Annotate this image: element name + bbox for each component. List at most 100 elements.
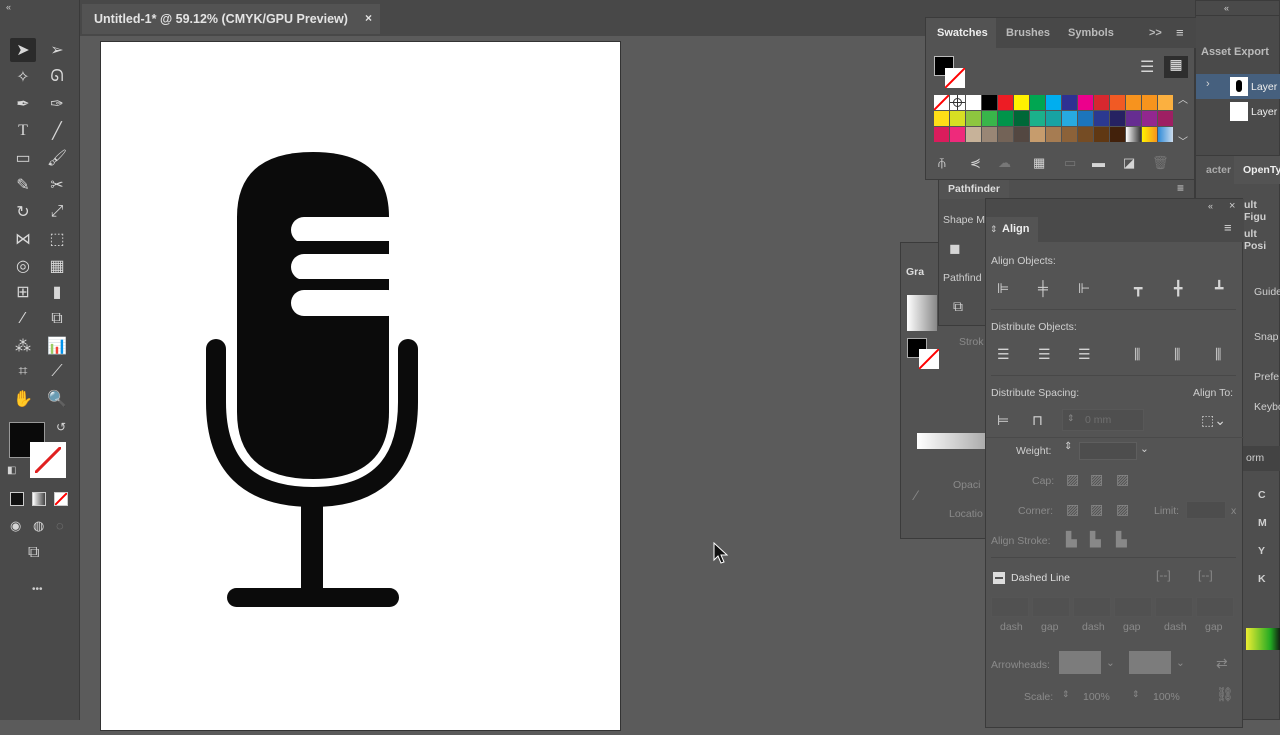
swatch[interactable] <box>1142 111 1157 126</box>
layer-name[interactable]: Layer <box>1251 106 1277 118</box>
swatch[interactable] <box>1094 127 1109 142</box>
scale-tool-icon[interactable]: ⤢ <box>44 200 70 224</box>
swatch[interactable] <box>1078 95 1093 110</box>
default-fill-stroke-icon[interactable]: ◧ <box>7 466 16 476</box>
expand-layer-icon[interactable]: › <box>1206 79 1210 90</box>
selection-tool-icon[interactable]: ➤ <box>10 38 36 62</box>
close-document-icon[interactable]: × <box>365 11 372 25</box>
color-mode-icon[interactable] <box>10 492 24 506</box>
show-swatch-kinds-icon[interactable]: ⋞ <box>970 156 981 169</box>
draw-normal-icon[interactable]: ◉ <box>10 519 21 532</box>
delete-swatch-icon[interactable]: 🗑 <box>1152 156 1169 169</box>
vertical-align-top-icon[interactable]: ┳ <box>1134 281 1142 295</box>
gap-input[interactable] <box>1196 597 1234 617</box>
mesh-tool-icon[interactable]: ⊞ <box>10 280 36 304</box>
vertical-distribute-center-icon[interactable]: ☰ <box>1038 347 1051 361</box>
start-arrowhead-select[interactable] <box>1059 651 1101 674</box>
align-stroke-center-icon[interactable]: ▙ <box>1066 532 1077 546</box>
swatch[interactable] <box>998 127 1013 142</box>
scissors-tool-icon[interactable]: ✂ <box>44 173 70 197</box>
swatch[interactable] <box>1030 111 1045 126</box>
screen-mode-icon[interactable]: ⧉ <box>28 545 39 561</box>
gradient-eyedropper-icon[interactable]: ⁄ <box>915 488 917 502</box>
swatch[interactable] <box>1046 95 1061 110</box>
swatch[interactable] <box>1126 95 1141 110</box>
swatch[interactable] <box>998 111 1013 126</box>
swatch[interactable] <box>1062 95 1077 110</box>
horizontal-distribute-space-icon[interactable]: ⊓ <box>1032 413 1043 427</box>
shaper-tool-icon[interactable]: ✎ <box>10 173 36 197</box>
collapse-panels-button[interactable]: « <box>1224 3 1229 13</box>
vertical-distribute-space-icon[interactable]: ⊨ <box>997 413 1009 427</box>
swatch[interactable] <box>1126 127 1141 142</box>
tab-swatches[interactable]: Swatches <box>937 27 988 39</box>
eyedropper-tool-icon[interactable]: ⁄ <box>10 307 36 331</box>
swatch-libraries-icon[interactable]: ⫚ <box>938 156 946 169</box>
horizontal-align-center-icon[interactable]: ╪ <box>1038 281 1048 295</box>
swatch[interactable] <box>1030 127 1045 142</box>
layer-row-2[interactable]: Layer <box>1196 99 1280 124</box>
swatch[interactable] <box>1110 127 1125 142</box>
end-arrowhead-select[interactable] <box>1129 651 1171 674</box>
swatch[interactable] <box>1142 127 1157 142</box>
projecting-cap-icon[interactable]: ▨ <box>1116 472 1129 486</box>
artboard[interactable] <box>100 41 621 731</box>
swatch[interactable] <box>934 111 949 126</box>
collapse-align-icon[interactable]: « <box>1208 201 1213 211</box>
swatch[interactable] <box>950 127 965 142</box>
swatch[interactable] <box>1014 95 1029 110</box>
swatch[interactable] <box>934 127 949 142</box>
grid-view-icon[interactable]: ▦ <box>1164 56 1188 78</box>
microphone-artwork[interactable] <box>101 42 622 732</box>
swatch[interactable] <box>1094 95 1109 110</box>
width-tool-icon[interactable]: ⋈ <box>10 227 36 251</box>
draw-behind-icon[interactable]: ◍ <box>33 519 44 532</box>
start-arrowhead-dropdown-icon[interactable]: ⌄ <box>1106 657 1115 669</box>
swatch[interactable] <box>1014 111 1029 126</box>
cloud-library-icon[interactable]: ☁ <box>998 156 1011 169</box>
swatch[interactable] <box>966 111 981 126</box>
rotate-tool-icon[interactable]: ↻ <box>10 200 36 224</box>
swatch[interactable] <box>1046 111 1061 126</box>
direct-selection-tool-icon[interactable]: ➢ <box>44 38 70 62</box>
preserve-dash-icon[interactable]: [--] <box>1156 569 1171 581</box>
vertical-distribute-top-icon[interactable]: ☰ <box>997 347 1010 361</box>
swatch[interactable] <box>1030 95 1045 110</box>
pen-tool-icon[interactable]: ✒ <box>10 92 36 116</box>
swatch[interactable] <box>1014 127 1029 142</box>
tab-character[interactable]: acter <box>1206 164 1231 176</box>
round-join-icon[interactable]: ▨ <box>1090 502 1103 516</box>
rectangle-tool-icon[interactable]: ▭ <box>10 146 36 170</box>
default-position-select[interactable]: ult Posi <box>1244 228 1279 252</box>
scroll-down-icon[interactable]: ﹀ <box>1178 138 1188 148</box>
color-spectrum[interactable] <box>1246 628 1280 650</box>
swatch[interactable] <box>966 127 981 142</box>
swatch[interactable] <box>950 111 965 126</box>
none-mode-icon[interactable] <box>54 492 68 506</box>
weight-stepper-icon[interactable]: ⇕ <box>1064 441 1072 452</box>
swatch[interactable] <box>1094 111 1109 126</box>
swatch[interactable] <box>1078 111 1093 126</box>
swatch[interactable] <box>982 111 997 126</box>
swatch[interactable] <box>982 127 997 142</box>
align-stroke-inside-icon[interactable]: ▙ <box>1090 532 1101 546</box>
layer-name[interactable]: Layer <box>1251 81 1277 93</box>
round-cap-icon[interactable]: ▨ <box>1090 472 1103 486</box>
swatch[interactable] <box>1046 127 1061 142</box>
blend-tool-icon[interactable]: ⧉ <box>44 307 70 331</box>
swatches-menu-icon[interactable]: ≡ <box>1176 26 1184 39</box>
gap-input[interactable] <box>1114 597 1152 617</box>
swatch[interactable] <box>950 95 965 110</box>
artboard-tool-icon[interactable]: ⌗ <box>10 360 36 384</box>
swatch[interactable] <box>998 95 1013 110</box>
dash-input[interactable] <box>1073 597 1111 617</box>
gradient-tool-icon[interactable]: ▮ <box>44 280 70 304</box>
swatch[interactable] <box>966 95 981 110</box>
column-graph-tool-icon[interactable]: 📊 <box>44 334 70 358</box>
align-menu-icon[interactable]: ≡ <box>1224 221 1232 234</box>
start-scale-value[interactable]: 100% <box>1083 691 1110 703</box>
dashed-line-checkbox[interactable] <box>993 572 1005 584</box>
swap-arrowheads-icon[interactable]: ⇄ <box>1216 656 1228 670</box>
divide-icon[interactable]: ⧉ <box>953 299 963 313</box>
gradient-slider[interactable] <box>917 433 987 449</box>
